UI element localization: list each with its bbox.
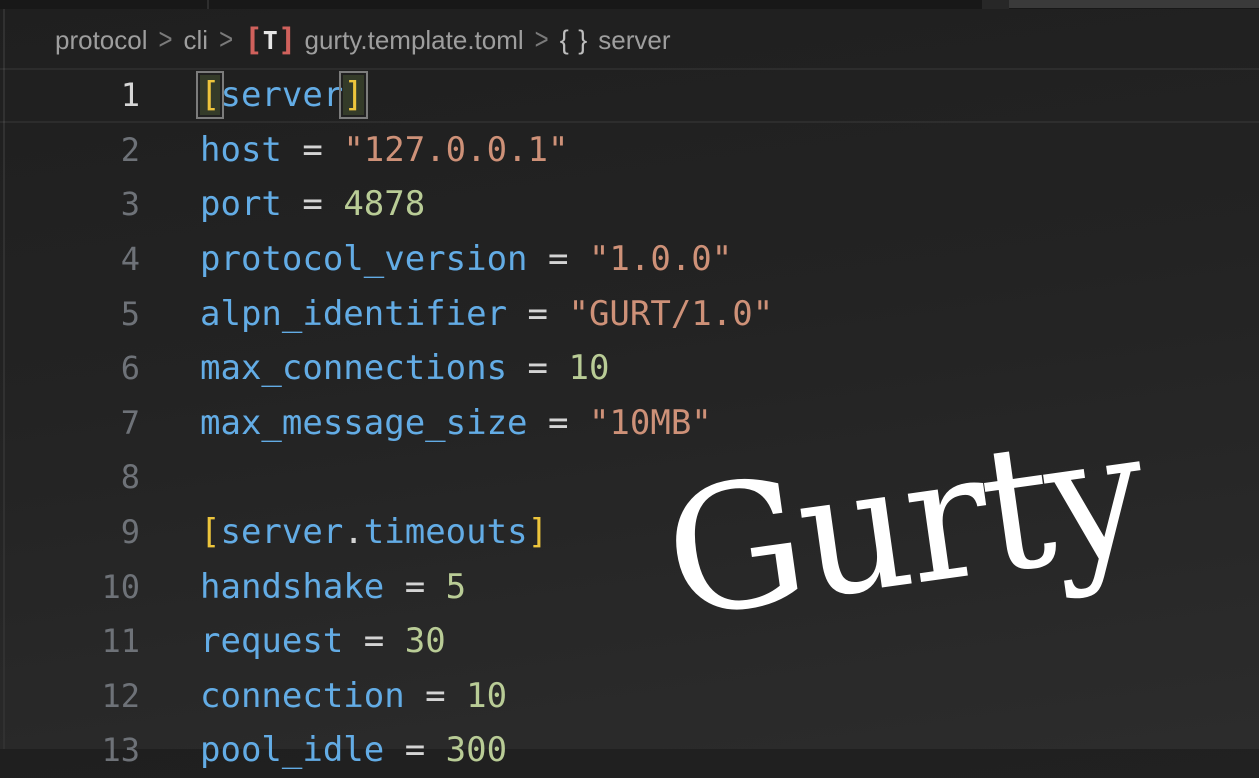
breadcrumb-item-file[interactable]: [ T ] gurty.template.toml	[244, 25, 524, 56]
code-text: request = 30	[140, 621, 446, 661]
code-text: connection = 10	[140, 676, 507, 716]
token-op: .	[343, 512, 363, 552]
code-text: host = "127.0.0.1"	[140, 130, 568, 170]
token-op: =	[528, 239, 589, 279]
token-bracket: [	[200, 512, 220, 552]
code-line[interactable]: 2host = "127.0.0.1"	[0, 123, 1259, 178]
token-key: server	[220, 75, 343, 115]
line-number: 5	[0, 295, 140, 333]
token-op: =	[282, 130, 343, 170]
breadcrumb-symbol-label: server	[598, 25, 670, 56]
token-op: =	[384, 567, 445, 607]
code-line[interactable]: 9[server.timeouts]	[0, 505, 1259, 560]
line-number: 11	[0, 622, 140, 660]
code-line[interactable]: 8	[0, 450, 1259, 505]
breadcrumb: protocol > cli > [ T ] gurty.template.to…	[0, 14, 1259, 66]
token-op: =	[343, 621, 404, 661]
token-key: connection	[200, 676, 405, 716]
code-text: port = 4878	[140, 184, 425, 224]
token-key: pool_idle	[200, 730, 384, 770]
line-number: 7	[0, 404, 140, 442]
window-top-edge	[0, 0, 1259, 9]
line-number: 12	[0, 677, 140, 715]
token-key: max_connections	[200, 348, 507, 388]
token-op: =	[528, 403, 589, 443]
code-text: alpn_identifier = "GURT/1.0"	[140, 294, 773, 334]
token-number: 5	[446, 567, 466, 607]
token-key: request	[200, 621, 343, 661]
token-op: =	[282, 184, 343, 224]
token-string: "10MB"	[589, 403, 712, 443]
token-string: "1.0.0"	[589, 239, 732, 279]
toml-icon-left-bracket: [	[244, 25, 261, 56]
chevron-right-icon: >	[535, 23, 549, 58]
token-key: protocol_version	[200, 239, 528, 279]
toml-icon-right-bracket: ]	[278, 25, 295, 56]
token-bracket: ]	[343, 75, 363, 115]
line-number: 6	[0, 349, 140, 387]
breadcrumb-item-symbol[interactable]: { } server	[560, 25, 671, 56]
token-bracket: [	[200, 75, 220, 115]
token-key: alpn_identifier	[200, 294, 507, 334]
line-number: 9	[0, 513, 140, 551]
line-number: 13	[0, 731, 140, 769]
code-line[interactable]: 13pool_idle = 300	[0, 723, 1259, 778]
toml-icon-letter: T	[261, 28, 278, 53]
token-key: server	[220, 512, 343, 552]
token-key: port	[200, 184, 282, 224]
token-op: =	[507, 348, 568, 388]
toml-file-icon: [ T ]	[244, 25, 294, 56]
tab-divider	[207, 0, 209, 9]
code-line[interactable]: 3port = 4878	[0, 177, 1259, 232]
line-number: 8	[0, 458, 140, 496]
breadcrumb-item-cli[interactable]: cli	[184, 25, 209, 56]
chevron-right-icon: >	[159, 23, 173, 58]
token-string: "127.0.0.1"	[343, 130, 568, 170]
code-line[interactable]: 4protocol_version = "1.0.0"	[0, 232, 1259, 287]
token-key: handshake	[200, 567, 384, 607]
token-op: =	[405, 676, 466, 716]
code-line[interactable]: 12connection = 10	[0, 669, 1259, 724]
token-key: timeouts	[364, 512, 528, 552]
code-line[interactable]: 7max_message_size = "10MB"	[0, 396, 1259, 451]
code-line[interactable]: 6max_connections = 10	[0, 341, 1259, 396]
line-number: 4	[0, 240, 140, 278]
code-line[interactable]: 11request = 30	[0, 614, 1259, 669]
token-number: 10	[466, 676, 507, 716]
token-key: max_message_size	[200, 403, 528, 443]
code-text: [server.timeouts]	[140, 512, 548, 552]
code-line[interactable]: 5alpn_identifier = "GURT/1.0"	[0, 286, 1259, 341]
tab-strip-right	[1009, 0, 1259, 8]
line-number: 10	[0, 568, 140, 606]
token-key: host	[200, 130, 282, 170]
tab-strip-segment	[982, 0, 1009, 9]
chevron-right-icon: >	[219, 23, 233, 58]
code-text: [server]	[140, 75, 364, 115]
code-text: max_message_size = "10MB"	[140, 403, 712, 443]
token-op: =	[384, 730, 445, 770]
token-number: 10	[568, 348, 609, 388]
code-text: max_connections = 10	[140, 348, 609, 388]
breadcrumb-file-label: gurty.template.toml	[305, 25, 524, 56]
token-string: "GURT/1.0"	[568, 294, 773, 334]
token-bracket: ]	[528, 512, 548, 552]
code-line[interactable]: 1[server]	[0, 68, 1259, 123]
breadcrumb-item-protocol[interactable]: protocol	[55, 25, 148, 56]
token-number: 300	[446, 730, 507, 770]
code-area[interactable]: 1[server]2host = "127.0.0.1"3port = 4878…	[0, 68, 1259, 778]
object-braces-icon: { }	[560, 25, 589, 56]
token-op: =	[507, 294, 568, 334]
code-text: protocol_version = "1.0.0"	[140, 239, 732, 279]
code-text: handshake = 5	[140, 567, 466, 607]
code-line[interactable]: 10handshake = 5	[0, 559, 1259, 614]
line-number: 3	[0, 185, 140, 223]
token-number: 4878	[343, 184, 425, 224]
line-number: 1	[0, 76, 140, 114]
token-number: 30	[405, 621, 446, 661]
code-text: pool_idle = 300	[140, 730, 507, 770]
line-number: 2	[0, 131, 140, 169]
